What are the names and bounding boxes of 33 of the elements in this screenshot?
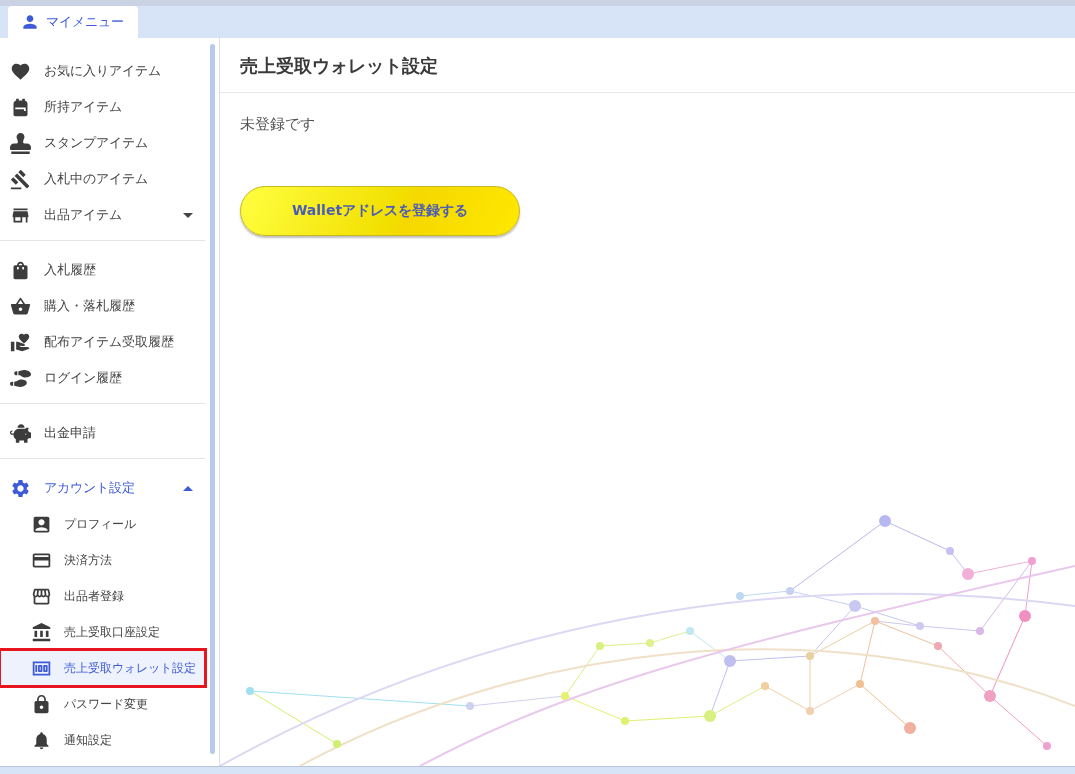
sidebar-subitem[interactable]: 出品者登録 [0,578,205,614]
sidebar-item[interactable]: 配布アイテム受取履歴 [0,324,205,360]
sidebar-subitem[interactable]: パスワード変更 [0,686,205,722]
sidebar-item[interactable]: お気に入りアイテム [0,53,205,89]
sidebar-subitem[interactable]: 通知設定 [0,722,205,758]
page-title: 売上受取ウォレット設定 [240,53,438,78]
sidebar-subitem[interactable]: 売上受取ウォレット設定 [0,650,205,686]
sidebar-item[interactable]: 入札履歴 [0,252,205,288]
caret-up-icon [183,485,193,491]
piggy-bank-icon [10,422,31,444]
sidebar-subitem[interactable]: 決済方法 [0,542,205,578]
settings-icon [10,477,31,499]
scrollbar[interactable] [210,44,215,754]
bank-icon [31,621,52,643]
footprints-icon [10,367,31,389]
sidebar-item[interactable]: 入札中のアイテム [0,161,205,197]
stamp-icon [10,132,31,154]
sidebar-item[interactable]: 購入・落札履歴 [0,288,205,324]
sidebar-item[interactable]: 出品アイテム [0,197,205,233]
sidebar-subitem[interactable]: 売上受取口座設定 [0,614,205,650]
basket-icon [10,295,31,317]
sidebar-item[interactable]: 所持アイテム [0,89,205,125]
register-wallet-button[interactable]: Walletアドレスを登録する [240,185,520,236]
hand-giving-icon [10,331,31,353]
status-text: 未登録です [240,114,315,135]
sidebar-item[interactable]: スタンプアイテム [0,125,205,161]
sidebar-item[interactable]: アカウント設定 [0,470,205,506]
gavel-icon [10,168,31,190]
caret-down-icon [183,212,193,218]
sidebar-subitem[interactable]: プロフィール [0,506,205,542]
sidebar-item[interactable]: 出金申請 [0,415,205,451]
sidebar-item[interactable]: ログイン履歴 [0,360,205,396]
my-menu-tab[interactable]: マイメニュー [8,6,138,38]
